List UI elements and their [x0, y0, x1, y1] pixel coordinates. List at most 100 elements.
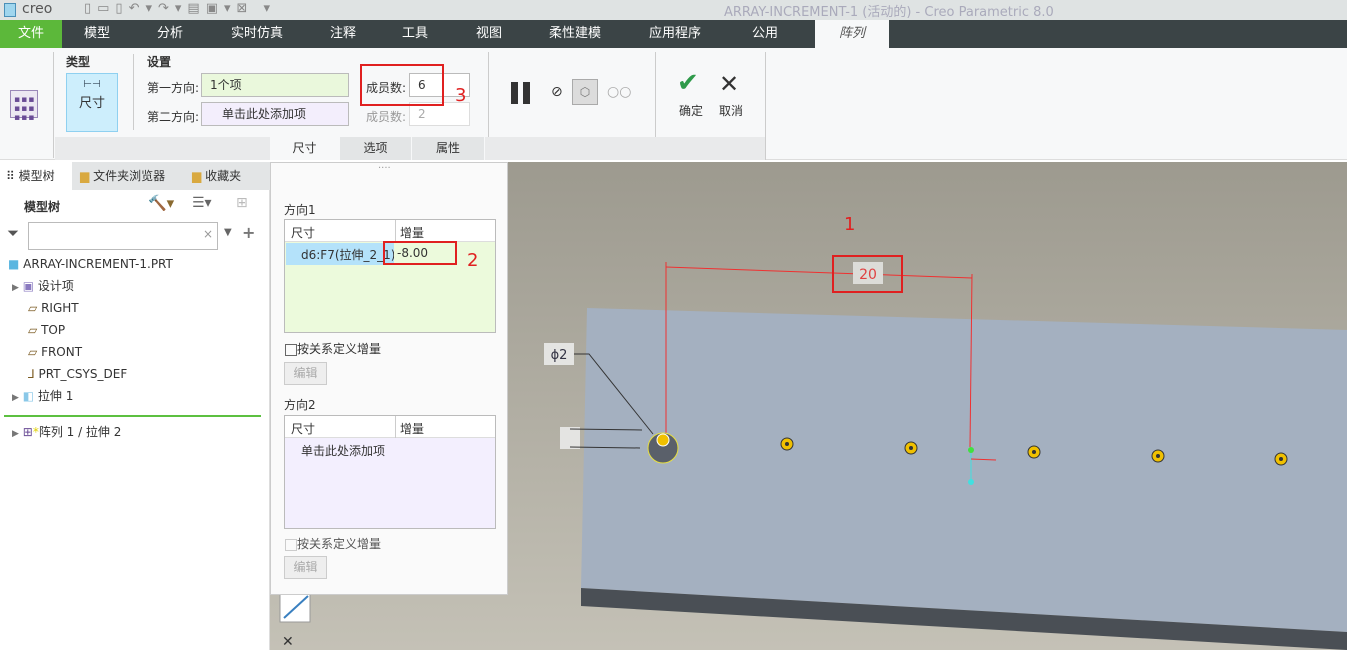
tree-item-right[interactable]: ▱ RIGHT: [28, 297, 288, 319]
tab-folder-browser[interactable]: ▆ 文件夹浏览器: [80, 162, 165, 190]
subtab-dimensions[interactable]: 尺寸: [270, 137, 340, 160]
add-filter-icon[interactable]: +: [242, 223, 255, 242]
no-preview-icon[interactable]: ⊘: [551, 84, 563, 100]
ribbon: ▪▪▪ ▪▪▪ ▪▪▪ 类型 ⊢⊣ 尺寸 设置 第一方向: 1个项 第二方向: 单击…: [0, 48, 1347, 160]
tree-item-extrude1[interactable]: ▶ ◧ 拉伸 1: [12, 385, 272, 407]
menu-annotate[interactable]: 注释: [318, 20, 368, 48]
highlight-box-2: [383, 241, 457, 265]
menu-tools-common[interactable]: 公用: [740, 20, 790, 48]
annotation-1: 1: [844, 214, 856, 235]
folder-icon: ▆: [80, 169, 90, 183]
highlight-box-1: [832, 255, 903, 293]
pattern-icon: ⊞: [22, 425, 33, 439]
cancel-x-icon[interactable]: ✕: [719, 70, 739, 98]
dir1-collector[interactable]: 1个项: [201, 73, 349, 97]
menu-file[interactable]: 文件: [0, 20, 62, 48]
tree-item-label: RIGHT: [41, 301, 79, 315]
menu-flexible-modeling[interactable]: 柔性建模: [540, 20, 610, 48]
dir1-dim-cell[interactable]: d6:F7(拉伸_2_1): [286, 243, 394, 265]
cancel-label[interactable]: 取消: [719, 102, 743, 119]
model-tree-panel: ⠿ 模型树 ▆ 文件夹浏览器 ▆ 收藏夹 模型树 🔨▾ ☰▾ ⊞ ⏷ × ▼ +…: [0, 162, 270, 650]
dir2-collector[interactable]: 单击此处添加项: [201, 102, 349, 126]
dimension-icon: ⊢⊣: [83, 79, 101, 90]
model-tree-header: 模型树: [24, 200, 61, 214]
plane-icon: ▱: [28, 345, 38, 359]
geometry-preview-icon[interactable]: ⬡: [572, 79, 598, 105]
relation-label: 按关系定义增量: [297, 537, 382, 551]
dir2-add-item[interactable]: 单击此处添加项: [301, 442, 385, 459]
favorites-folder-icon: ▆: [192, 169, 202, 183]
col-inc: 增量: [395, 220, 428, 242]
tree-item-part[interactable]: ■ ARRAY-INCREMENT-1.PRT: [8, 253, 268, 275]
plane-icon: ▱: [28, 323, 38, 337]
ok-label[interactable]: 确定: [679, 102, 703, 119]
subtab-options[interactable]: 选项: [340, 137, 412, 160]
dir1-label: 第一方向:: [147, 81, 200, 95]
csys-icon: ⅃: [28, 367, 35, 381]
x-tool-icon: ✕: [282, 634, 294, 650]
menu-analysis[interactable]: 分析: [145, 20, 195, 48]
tree-item-label: PRT_CSYS_DEF: [38, 367, 128, 381]
tab-model-tree-label: 模型树: [18, 169, 55, 183]
tree-item-pattern[interactable]: ▶ ⊞*阵列 1 / 拉伸 2: [12, 421, 272, 443]
tab-model-tree[interactable]: ⠿ 模型树: [0, 162, 72, 190]
clear-search-icon[interactable]: ×: [203, 227, 213, 241]
tree-search-input[interactable]: [28, 222, 218, 250]
show-list-icon[interactable]: ☰▾: [192, 195, 212, 211]
tree-item-label: 设计项: [37, 279, 74, 293]
tree-item-label: ARRAY-INCREMENT-1.PRT: [23, 257, 173, 271]
pause-icon[interactable]: [511, 82, 518, 104]
quick-access-toolbar[interactable]: ▯▭▯↶▾↷▾▤▣▾⊠ ▾: [84, 1, 276, 16]
diameter-label[interactable]: ϕ2: [551, 348, 568, 363]
col-dim: 尺寸: [291, 422, 316, 436]
design-items-icon: ▣: [22, 279, 35, 293]
dir2-relation-checkbox[interactable]: 按关系定义增量: [285, 535, 381, 552]
tree-item-label: FRONT: [41, 345, 83, 359]
tree-item-top[interactable]: ▱ TOP: [28, 319, 288, 341]
hide-show-icon[interactable]: ⊞: [236, 195, 248, 211]
tree-item-csys[interactable]: ⅃ PRT_CSYS_DEF: [28, 363, 288, 385]
extrude-icon: ◧: [22, 389, 35, 403]
tree-item-design-items[interactable]: ▶ ▣ 设计项: [12, 275, 272, 297]
search-dropdown-icon[interactable]: ▼: [224, 227, 232, 238]
glasses-preview-icon[interactable]: ○○: [607, 84, 631, 100]
dir2-title: 方向2: [284, 398, 316, 412]
menu-tools[interactable]: 工具: [390, 20, 440, 48]
dimension-type-button[interactable]: ⊢⊣ 尺寸: [66, 73, 118, 132]
ok-checkmark-icon[interactable]: ✔: [677, 68, 699, 98]
type-button-label: 尺寸: [78, 96, 105, 111]
highlight-box-3: [360, 64, 444, 106]
dir1-table: 尺寸 增量 d6:F7(拉伸_2_1) -8.00: [284, 219, 496, 333]
type-label: 类型: [66, 55, 91, 69]
col-inc: 增量: [395, 416, 428, 438]
pattern-marker: [656, 433, 670, 447]
settings-tools-icon[interactable]: 🔨▾: [148, 194, 174, 212]
expand-arrow-icon[interactable]: ▶: [12, 283, 19, 293]
drag-handle[interactable]: ····: [378, 163, 391, 174]
dir2-label: 第二方向:: [147, 110, 200, 124]
expand-arrow-icon[interactable]: ▶: [12, 393, 19, 403]
dir2-table: 尺寸 增量 单击此处添加项: [284, 415, 496, 529]
settings-label: 设置: [147, 55, 172, 69]
plane-icon: ▱: [28, 301, 38, 315]
filter-icon[interactable]: ⏷: [7, 224, 19, 242]
subtab-properties[interactable]: 属性: [412, 137, 485, 160]
title-bar: creo ▯▭▯↶▾↷▾▤▣▾⊠ ▾ ARRAY-INCREMENT-1 (活动…: [0, 0, 1347, 20]
app-logo: creo: [22, 1, 53, 17]
menu-view[interactable]: 视图: [464, 20, 514, 48]
annotation-3: 3: [455, 85, 467, 106]
menu-pattern[interactable]: 阵列: [815, 20, 889, 48]
expand-arrow-icon[interactable]: ▶: [12, 429, 19, 439]
dir1-relation-checkbox[interactable]: 按关系定义增量: [285, 340, 381, 357]
menu-model[interactable]: 模型: [72, 20, 122, 48]
depth-box: [560, 427, 580, 449]
tree-item-label: 拉伸 1: [37, 389, 74, 403]
insert-indicator[interactable]: [4, 415, 261, 417]
dir2-edit-button[interactable]: 编辑: [284, 556, 327, 579]
menu-applications[interactable]: 应用程序: [640, 20, 710, 48]
menu-simulation[interactable]: 实时仿真: [222, 20, 292, 48]
dir1-edit-button[interactable]: 编辑: [284, 362, 327, 385]
tab-favorites[interactable]: ▆ 收藏夹: [192, 162, 241, 190]
dir1-title: 方向1: [284, 203, 316, 217]
tree-item-front[interactable]: ▱ FRONT: [28, 341, 288, 363]
